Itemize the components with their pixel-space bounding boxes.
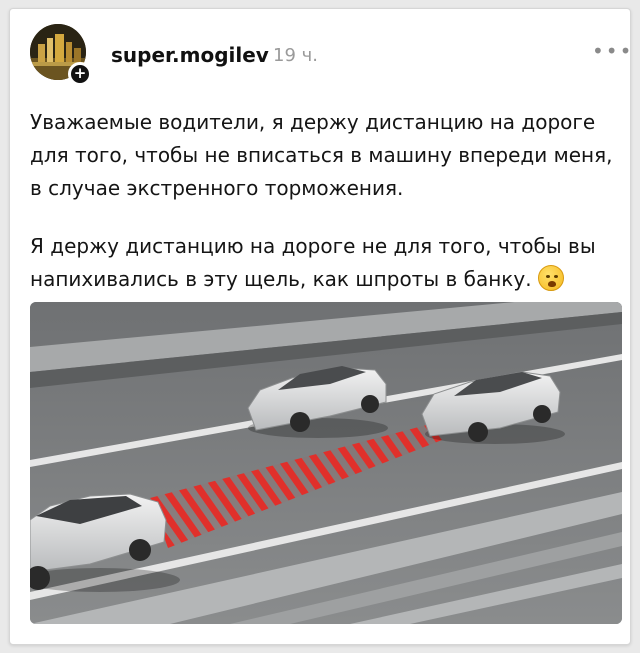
post-paragraph-1: Уважаемые водители, я держу дистанцию на… (30, 110, 613, 200)
post-paragraph-2: Я держу дистанцию на дороге не для того,… (30, 230, 620, 296)
more-options-icon[interactable]: ••• (592, 39, 633, 63)
post-card: + super.mogilev 19 ч. ••• Уважаемые води… (9, 8, 631, 645)
crying-sweat-face-icon (537, 265, 564, 291)
car-rear (30, 493, 180, 592)
post-image[interactable] (30, 302, 622, 624)
highway-cars-illustration (30, 302, 622, 624)
author-avatar[interactable]: + (30, 24, 92, 86)
author-username[interactable]: super.mogilev (111, 43, 269, 67)
post-timestamp[interactable]: 19 ч. (273, 45, 318, 66)
follow-button[interactable]: + (68, 62, 92, 86)
post-paragraph-2-text: Я держу дистанцию на дороге не для того,… (30, 234, 596, 291)
